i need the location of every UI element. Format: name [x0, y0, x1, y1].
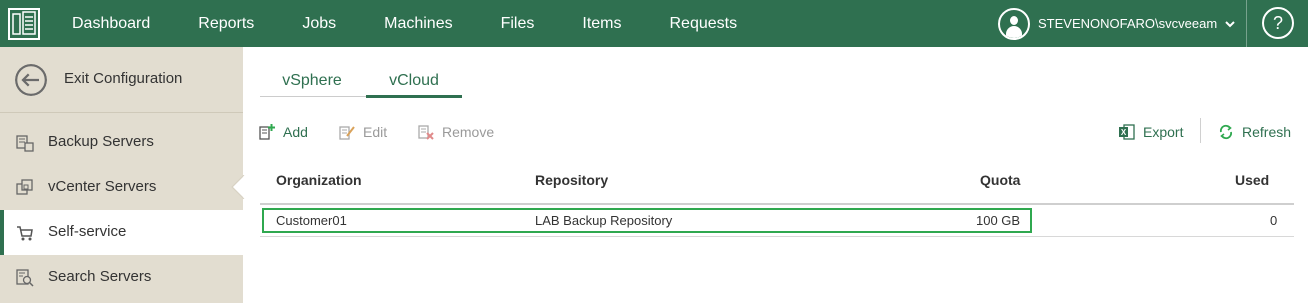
column-organization[interactable]: Organization	[276, 172, 362, 188]
excel-icon: X	[1119, 124, 1135, 140]
avatar	[998, 7, 1030, 40]
toolbar-divider	[1200, 118, 1201, 143]
help-button[interactable]: ?	[1262, 7, 1294, 39]
nav-reports[interactable]: Reports	[174, 0, 278, 47]
edit-button[interactable]: Edit	[339, 122, 387, 142]
vcenter-servers-icon	[16, 179, 33, 195]
remove-button[interactable]: Remove	[418, 122, 494, 142]
nav-dashboard[interactable]: Dashboard	[48, 0, 174, 47]
backup-servers-icon	[16, 135, 34, 152]
user-menu[interactable]: STEVENONOFARO\svcveeam	[998, 7, 1235, 40]
main-nav: Dashboard Reports Jobs Machines Files It…	[48, 0, 761, 47]
cell-repository: LAB Backup Repository	[535, 213, 673, 228]
sidebar-item-label: vCenter Servers	[48, 178, 157, 195]
refresh-label: Refresh	[1242, 124, 1292, 140]
chevron-down-icon	[1225, 20, 1235, 27]
svg-text:X: X	[1121, 128, 1127, 137]
cell-used: 0	[1270, 213, 1278, 228]
topbar-divider	[1246, 0, 1247, 47]
cart-icon	[17, 226, 33, 241]
sidebar-item-label: Backup Servers	[48, 133, 154, 150]
top-bar: Dashboard Reports Jobs Machines Files It…	[0, 0, 1308, 47]
nav-jobs[interactable]: Jobs	[278, 0, 360, 47]
sidebar-item-backup-servers[interactable]: Backup Servers	[0, 120, 243, 165]
back-arrow-icon	[15, 64, 47, 96]
nav-requests[interactable]: Requests	[646, 0, 762, 47]
remove-label: Remove	[442, 124, 495, 140]
tab-bar: vSphere vCloud	[260, 68, 462, 99]
export-label: Export	[1143, 124, 1184, 140]
column-used[interactable]: Used	[1235, 172, 1269, 188]
sidebar-item-label: Search Servers	[48, 268, 152, 285]
search-servers-icon	[16, 269, 34, 287]
tab-vsphere[interactable]: vSphere	[260, 68, 364, 99]
sidebar-item-vcenter-servers[interactable]: vCenter Servers	[0, 165, 243, 210]
column-quota[interactable]: Quota	[980, 172, 1020, 188]
edit-label: Edit	[363, 124, 388, 140]
column-repository[interactable]: Repository	[535, 172, 608, 188]
refresh-icon	[1219, 124, 1233, 140]
tab-active-indicator	[366, 95, 462, 98]
nav-machines[interactable]: Machines	[360, 0, 476, 47]
sidebar: Exit Configuration Backup Servers vCente…	[0, 47, 243, 303]
active-item-pointer	[231, 175, 245, 199]
sidebar-item-label: Self-service	[48, 223, 127, 240]
add-icon	[259, 124, 275, 140]
cell-quota: 100 GB	[976, 213, 1021, 228]
remove-icon	[418, 125, 434, 140]
add-button[interactable]: Add	[259, 122, 308, 142]
user-name: STEVENONOFARO\svcveeam	[1038, 16, 1218, 31]
exit-configuration-button[interactable]: Exit Configuration	[0, 47, 243, 113]
sidebar-item-self-service[interactable]: Self-service	[0, 210, 243, 255]
sidebar-item-search-servers[interactable]: Search Servers	[0, 255, 243, 300]
nav-items[interactable]: Items	[558, 0, 645, 47]
exit-configuration-label: Exit Configuration	[64, 70, 183, 87]
add-label: Add	[283, 124, 308, 140]
table-header: Organization Repository Quota Used	[260, 160, 1294, 205]
cell-organization: Customer01	[276, 213, 347, 228]
refresh-button[interactable]: Refresh	[1218, 122, 1291, 142]
export-button[interactable]: X Export	[1119, 122, 1183, 142]
edit-icon	[339, 126, 355, 140]
veeam-logo-icon[interactable]	[8, 8, 40, 40]
nav-files[interactable]: Files	[477, 0, 559, 47]
table-row[interactable]: Customer01 LAB Backup Repository 100 GB …	[260, 206, 1294, 237]
